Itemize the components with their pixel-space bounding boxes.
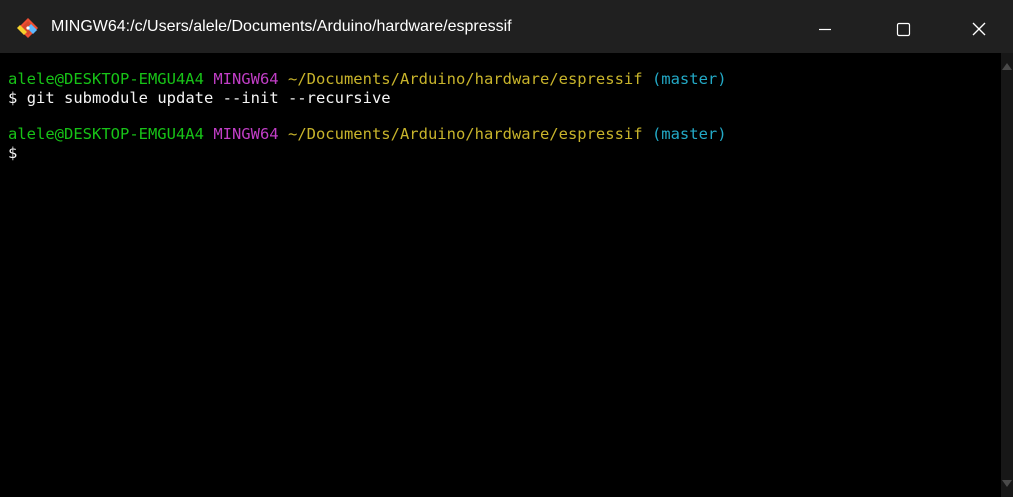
title-bar[interactable]: MINGW64:/c/Users/alele/Documents/Arduino… xyxy=(0,0,1013,53)
command-line: $ git submodule update --init --recursiv… xyxy=(8,89,391,107)
git-bash-icon xyxy=(17,17,39,39)
prompt-system: MINGW64 xyxy=(213,70,279,88)
prompt-branch: (master) xyxy=(651,70,727,88)
terminal-output[interactable]: alele@DESKTOP-EMGU4A4 MINGW64 ~/Document… xyxy=(0,53,1001,497)
prompt-branch: (master) xyxy=(651,125,727,143)
terminal-window: MINGW64:/c/Users/alele/Documents/Arduino… xyxy=(0,0,1013,497)
prompt-user-host: alele@DESKTOP-EMGU4A4 xyxy=(8,70,204,88)
minimize-button[interactable] xyxy=(802,0,848,53)
scroll-up-icon[interactable] xyxy=(1001,59,1013,70)
prompt-system: MINGW64 xyxy=(213,125,279,143)
scroll-down-icon[interactable] xyxy=(1001,475,1013,487)
prompt-header: alele@DESKTOP-EMGU4A4 MINGW64 ~/Document… xyxy=(8,70,727,88)
window-title: MINGW64:/c/Users/alele/Documents/Arduino… xyxy=(51,18,512,35)
prompt-path: ~/Documents/Arduino/hardware/espressif xyxy=(287,70,643,88)
maximize-button[interactable] xyxy=(880,0,926,53)
prompt-symbol: $ xyxy=(8,89,18,107)
vertical-scrollbar[interactable] xyxy=(1001,53,1013,497)
prompt-path: ~/Documents/Arduino/hardware/espressif xyxy=(287,125,643,143)
prompt-symbol: $ xyxy=(8,144,18,162)
prompt-user-host: alele@DESKTOP-EMGU4A4 xyxy=(8,125,204,143)
command-line[interactable]: $ xyxy=(8,144,17,162)
command-text: git submodule update --init --recursive xyxy=(26,89,391,107)
prompt-header: alele@DESKTOP-EMGU4A4 MINGW64 ~/Document… xyxy=(8,125,727,143)
close-button[interactable] xyxy=(956,0,1002,53)
